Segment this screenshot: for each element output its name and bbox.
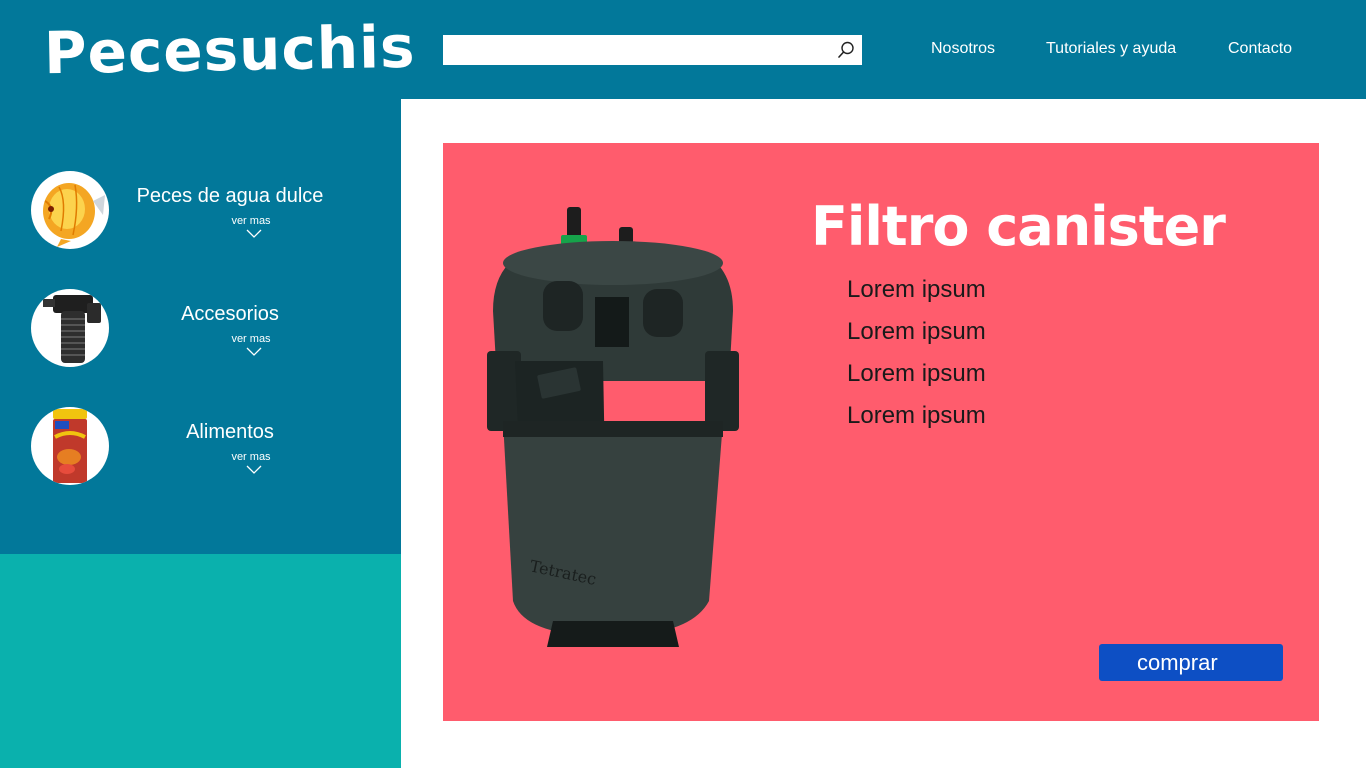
chevron-down-icon[interactable] (246, 347, 262, 357)
feature-item: Lorem ipsum (847, 402, 986, 429)
logo[interactable]: Pecesuchis (43, 9, 416, 91)
feature-item: Lorem ipsum (847, 276, 986, 303)
see-more-link[interactable]: ver mas (221, 450, 281, 464)
feature-item: Lorem ipsum (847, 360, 986, 387)
canister-filter-image: Tetratec (487, 207, 739, 647)
category-peces-agua-dulce[interactable]: Peces de agua dulce ver mas (0, 171, 401, 251)
category-label: Peces de agua dulce (136, 185, 324, 207)
sidebar: Peces de agua dulce ver mas Accesorios v… (0, 99, 401, 554)
aquarium-filter-icon (31, 289, 109, 367)
see-more-link[interactable]: ver mas (221, 214, 281, 228)
discus-fish-icon (31, 171, 109, 249)
fish-food-can-icon (31, 407, 109, 485)
nav-link-tutoriales[interactable]: Tutoriales y ayuda (1046, 38, 1176, 60)
header: Pecesuchis Nosotros Tutoriales y ayuda C… (0, 0, 1366, 99)
chevron-down-icon[interactable] (246, 229, 262, 239)
sidebar-footer-panel (0, 554, 401, 768)
see-more-link[interactable]: ver mas (221, 332, 281, 346)
nav-link-contacto[interactable]: Contacto (1228, 38, 1292, 60)
product-promo-card: Tetratec Filtro canister Lorem ipsum Lor… (443, 143, 1319, 721)
search-bar (443, 35, 862, 65)
category-label: Accesorios (181, 303, 279, 325)
search-input[interactable] (443, 35, 833, 65)
buy-button[interactable]: comprar (1099, 644, 1283, 681)
search-icon[interactable] (836, 40, 856, 60)
category-alimentos[interactable]: Alimentos ver mas (0, 407, 401, 487)
chevron-down-icon[interactable] (246, 465, 262, 475)
category-accesorios[interactable]: Accesorios ver mas (0, 289, 401, 369)
category-label: Alimentos (186, 421, 274, 443)
feature-list: Lorem ipsum Lorem ipsum Lorem ipsum Lore… (847, 269, 986, 437)
nav-link-nosotros[interactable]: Nosotros (931, 38, 995, 60)
product-title: Filtro canister (811, 195, 1226, 258)
feature-item: Lorem ipsum (847, 318, 986, 345)
